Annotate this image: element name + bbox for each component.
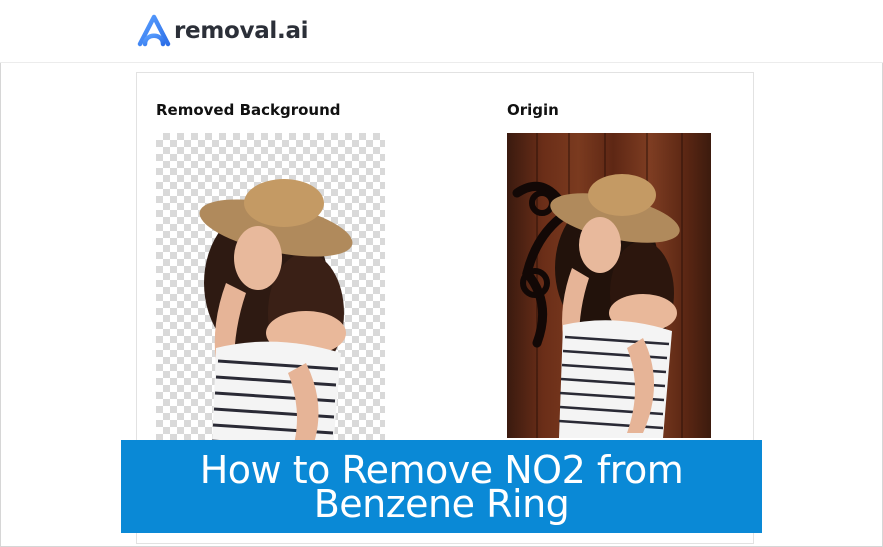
- site-header: removal.ai: [0, 0, 883, 63]
- origin-title: Origin: [507, 101, 559, 119]
- woman-cutout-illustration: [199, 179, 353, 473]
- article-title-banner: How to Remove NO2 from Benzene Ring: [121, 440, 762, 533]
- origin-image: [507, 133, 711, 438]
- removal-ai-logo-icon: [137, 14, 171, 47]
- article-title: How to Remove NO2 from Benzene Ring: [199, 447, 684, 526]
- brand-logo[interactable]: removal.ai: [136, 14, 309, 48]
- removed-background-title: Removed Background: [156, 101, 341, 119]
- brand-name: removal.ai: [174, 18, 309, 44]
- woman-original-illustration: [512, 133, 683, 438]
- removed-background-image: [156, 133, 385, 473]
